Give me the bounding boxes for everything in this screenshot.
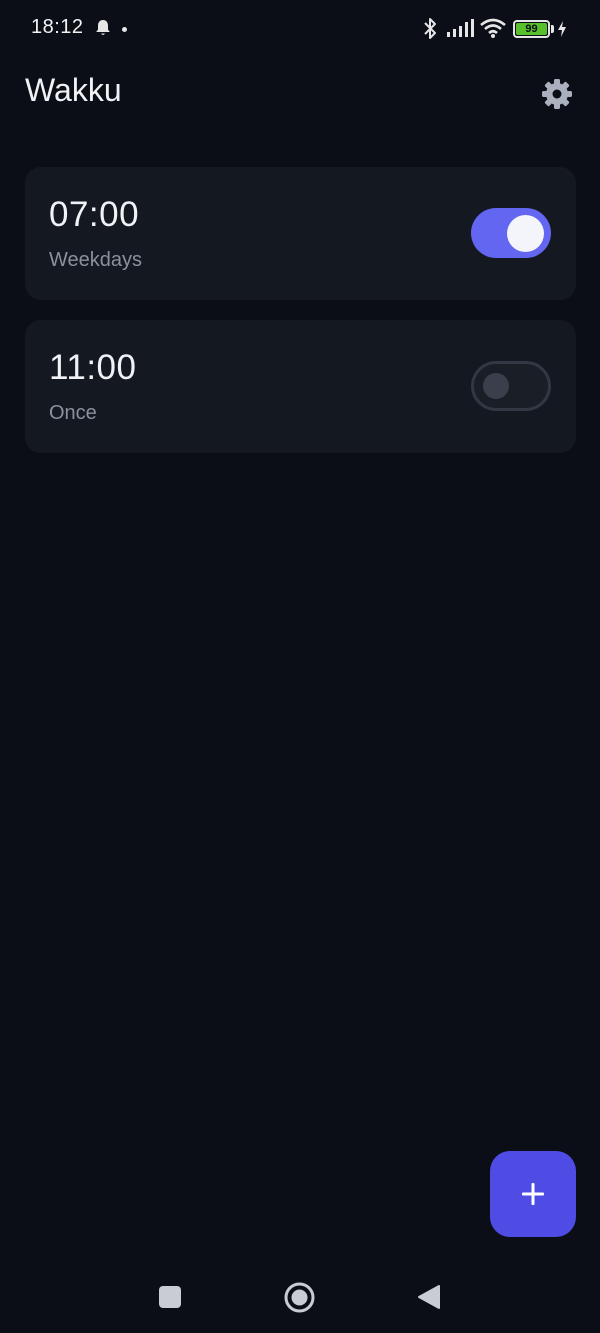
plus-icon [522, 1183, 544, 1205]
toggle-knob [483, 373, 509, 399]
alarm-repeat-label: Weekdays [49, 249, 143, 271]
home-icon[interactable] [284, 1282, 315, 1313]
toggle-knob [507, 215, 544, 252]
alarm-card-0700[interactable]: 07:00 Weekdays [25, 167, 576, 300]
signal-icon [447, 19, 474, 37]
page-title: Wakku [25, 72, 122, 108]
back-icon[interactable] [417, 1284, 441, 1310]
bell-icon [96, 20, 110, 35]
alarm-time: 07:00 [49, 195, 140, 234]
battery-cap [551, 25, 554, 33]
alarm-repeat-label: Once [49, 402, 97, 424]
battery-icon: 99 [513, 20, 550, 38]
alarm-card-1100[interactable]: 11:00 Once [25, 320, 576, 453]
add-alarm-button[interactable] [490, 1151, 576, 1237]
recent-apps-icon[interactable] [159, 1286, 181, 1308]
alarm-time: 11:00 [49, 348, 137, 387]
bluetooth-icon [424, 18, 436, 39]
alarm-toggle-switch[interactable] [471, 208, 551, 258]
alarm-toggle-switch[interactable] [471, 361, 551, 411]
wifi-icon [480, 18, 506, 38]
charging-bolt-icon [558, 21, 566, 37]
status-bar: 18:12 99 [0, 0, 600, 58]
notification-dot-icon [122, 27, 127, 32]
alarm-list-screen: 18:12 99 Wakku 07:00 Weekdays 11:00 Once [0, 0, 600, 1333]
battery-level: 99 [516, 23, 547, 35]
gear-icon[interactable] [541, 78, 573, 110]
status-time: 18:12 [31, 16, 84, 38]
